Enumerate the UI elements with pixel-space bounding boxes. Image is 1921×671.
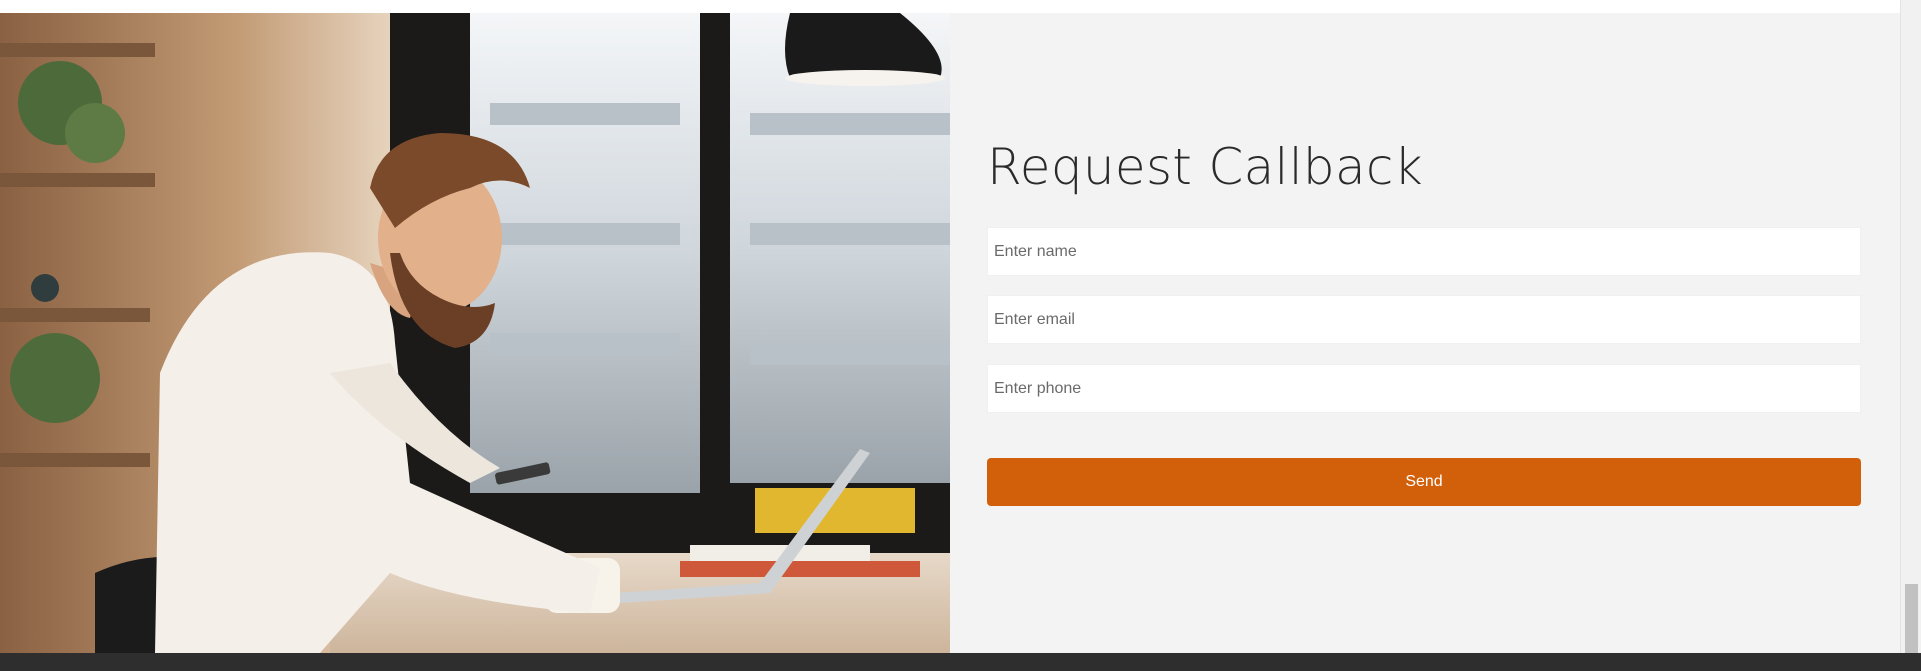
- callback-form: Request Callback Send: [950, 13, 1900, 653]
- footer-bar: [0, 653, 1921, 671]
- header-strip: [0, 0, 1900, 13]
- hero-photo: [0, 13, 950, 653]
- page: Request Callback Send: [0, 0, 1921, 671]
- send-button[interactable]: Send: [987, 458, 1861, 506]
- scrollbar-thumb[interactable]: [1905, 584, 1918, 653]
- photo-illustration: [0, 13, 950, 653]
- form-title: Request Callback: [987, 138, 1423, 196]
- page-scrollbar[interactable]: [1900, 0, 1921, 653]
- email-input[interactable]: [987, 295, 1861, 344]
- name-input[interactable]: [987, 227, 1861, 276]
- phone-input[interactable]: [987, 364, 1861, 413]
